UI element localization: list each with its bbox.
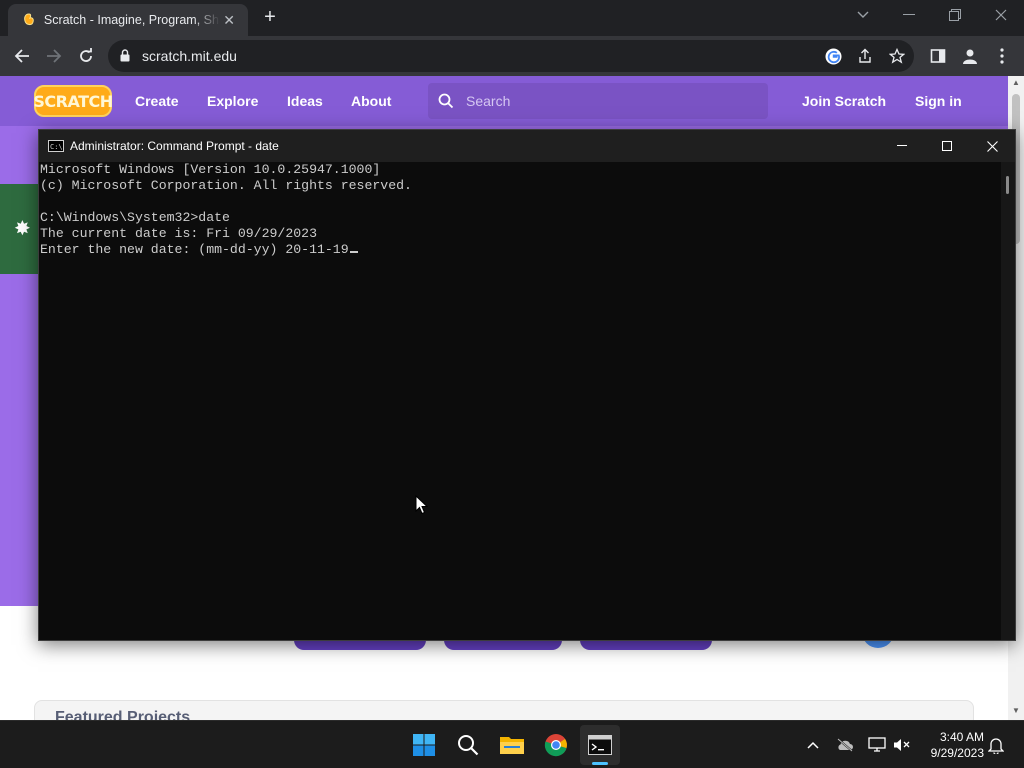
tab-search-icon[interactable] <box>840 0 886 30</box>
nav-about[interactable]: About <box>351 93 391 109</box>
cmd-input-text[interactable]: Enter the new date: (mm-dd-yy) 20-11-19 <box>40 242 349 257</box>
scroll-down-icon[interactable]: ▼ <box>1008 704 1024 718</box>
cmd-maximize-icon[interactable] <box>924 130 970 162</box>
cmd-titlebar[interactable]: C:\ Administrator: Command Prompt - date <box>39 130 1015 162</box>
cmd-close-icon[interactable] <box>969 130 1015 162</box>
text-cursor <box>349 251 358 253</box>
active-app-indicator <box>592 762 608 765</box>
cmd-input-line[interactable]: Enter the new date: (mm-dd-yy) 20-11-19 <box>40 242 1001 258</box>
bookmark-star-icon[interactable] <box>888 47 906 65</box>
profile-avatar-icon[interactable] <box>958 44 982 68</box>
cmd-title: Administrator: Command Prompt - date <box>70 139 279 153</box>
share-icon[interactable] <box>856 47 874 65</box>
clock-time: 3:40 AM <box>939 730 984 744</box>
network-icon[interactable] <box>867 735 887 755</box>
address-bar[interactable]: scratch.mit.edu <box>108 40 914 72</box>
cmd-scroll-thumb[interactable] <box>1006 176 1009 194</box>
forward-arrow-icon[interactable] <box>42 44 66 68</box>
mouse-pointer-icon <box>415 494 429 520</box>
lock-icon[interactable] <box>120 49 130 67</box>
chrome-menu-icon[interactable] <box>990 44 1014 68</box>
sparkle-icon: ✸ <box>14 218 31 240</box>
browser-titlebar: Scratch - Imagine, Program, Share ✕ + <box>0 0 1024 36</box>
restore-icon[interactable] <box>932 0 978 30</box>
back-arrow-icon[interactable] <box>10 44 34 68</box>
scratch-logo[interactable]: SCRATCH <box>33 85 113 117</box>
clock-date: 9/29/2023 <box>930 746 984 760</box>
chrome-icon[interactable] <box>536 725 576 765</box>
cmd-line: Microsoft Windows [Version 10.0.25947.10… <box>40 162 381 177</box>
taskbar-clock[interactable]: 3:40 AM 9/29/2023 <box>916 729 984 761</box>
file-explorer-icon[interactable] <box>492 725 532 765</box>
volume-muted-icon[interactable] <box>892 735 912 755</box>
tab-close-icon[interactable]: ✕ <box>220 12 238 29</box>
cmd-console-output[interactable]: Microsoft Windows [Version 10.0.25947.10… <box>39 162 1001 640</box>
search-placeholder: Search <box>466 93 511 109</box>
sign-in-link[interactable]: Sign in <box>915 93 962 109</box>
taskbar-search-icon[interactable] <box>448 725 488 765</box>
cmd-line: The current date is: Fri 09/29/2023 <box>40 226 317 241</box>
url-text[interactable]: scratch.mit.edu <box>142 48 237 64</box>
scratch-search-input[interactable]: Search <box>428 83 768 119</box>
join-scratch-link[interactable]: Join Scratch <box>802 93 886 109</box>
cmd-scrollbar[interactable] <box>1001 162 1015 640</box>
scroll-up-icon[interactable]: ▲ <box>1008 76 1024 90</box>
command-prompt-window[interactable]: C:\ Administrator: Command Prompt - date… <box>38 129 1016 641</box>
svg-text:C:\: C:\ <box>50 143 62 150</box>
tab-title: Scratch - Imagine, Program, Share <box>43 13 221 27</box>
cmd-minimize-icon[interactable] <box>879 130 925 162</box>
side-panel-icon[interactable] <box>926 44 950 68</box>
windows-taskbar: 3:40 AM 9/29/2023 <box>0 720 1024 768</box>
featured-projects-section: Featured Projects <box>34 700 974 720</box>
onedrive-offline-icon[interactable] <box>835 735 855 755</box>
minimize-icon[interactable] <box>886 0 932 30</box>
search-icon <box>438 93 454 114</box>
nav-create[interactable]: Create <box>135 93 179 109</box>
browser-toolbar: scratch.mit.edu <box>0 36 1024 76</box>
browser-tab-scratch[interactable]: Scratch - Imagine, Program, Share ✕ <box>8 4 248 36</box>
tray-overflow-chevron-icon[interactable] <box>803 735 823 755</box>
google-lens-icon[interactable] <box>824 47 842 65</box>
cmd-app-icon: C:\ <box>48 140 64 152</box>
reload-icon[interactable] <box>74 44 98 68</box>
notification-bell-icon[interactable] <box>986 735 1006 755</box>
cmd-line: (c) Microsoft Corporation. All rights re… <box>40 178 412 193</box>
start-button-icon[interactable] <box>404 725 444 765</box>
scratch-favicon-icon <box>22 13 36 27</box>
nav-explore[interactable]: Explore <box>207 93 258 109</box>
new-tab-button[interactable]: + <box>258 6 282 30</box>
cmd-line <box>40 194 1001 210</box>
close-window-icon[interactable] <box>978 0 1024 30</box>
featured-projects-title: Featured Projects <box>55 709 191 720</box>
nav-ideas[interactable]: Ideas <box>287 93 323 109</box>
command-prompt-taskbar-icon[interactable] <box>580 725 620 765</box>
cmd-line: C:\Windows\System32>date <box>40 210 230 225</box>
scratch-navbar: SCRATCH Create Explore Ideas About Searc… <box>0 76 1008 126</box>
